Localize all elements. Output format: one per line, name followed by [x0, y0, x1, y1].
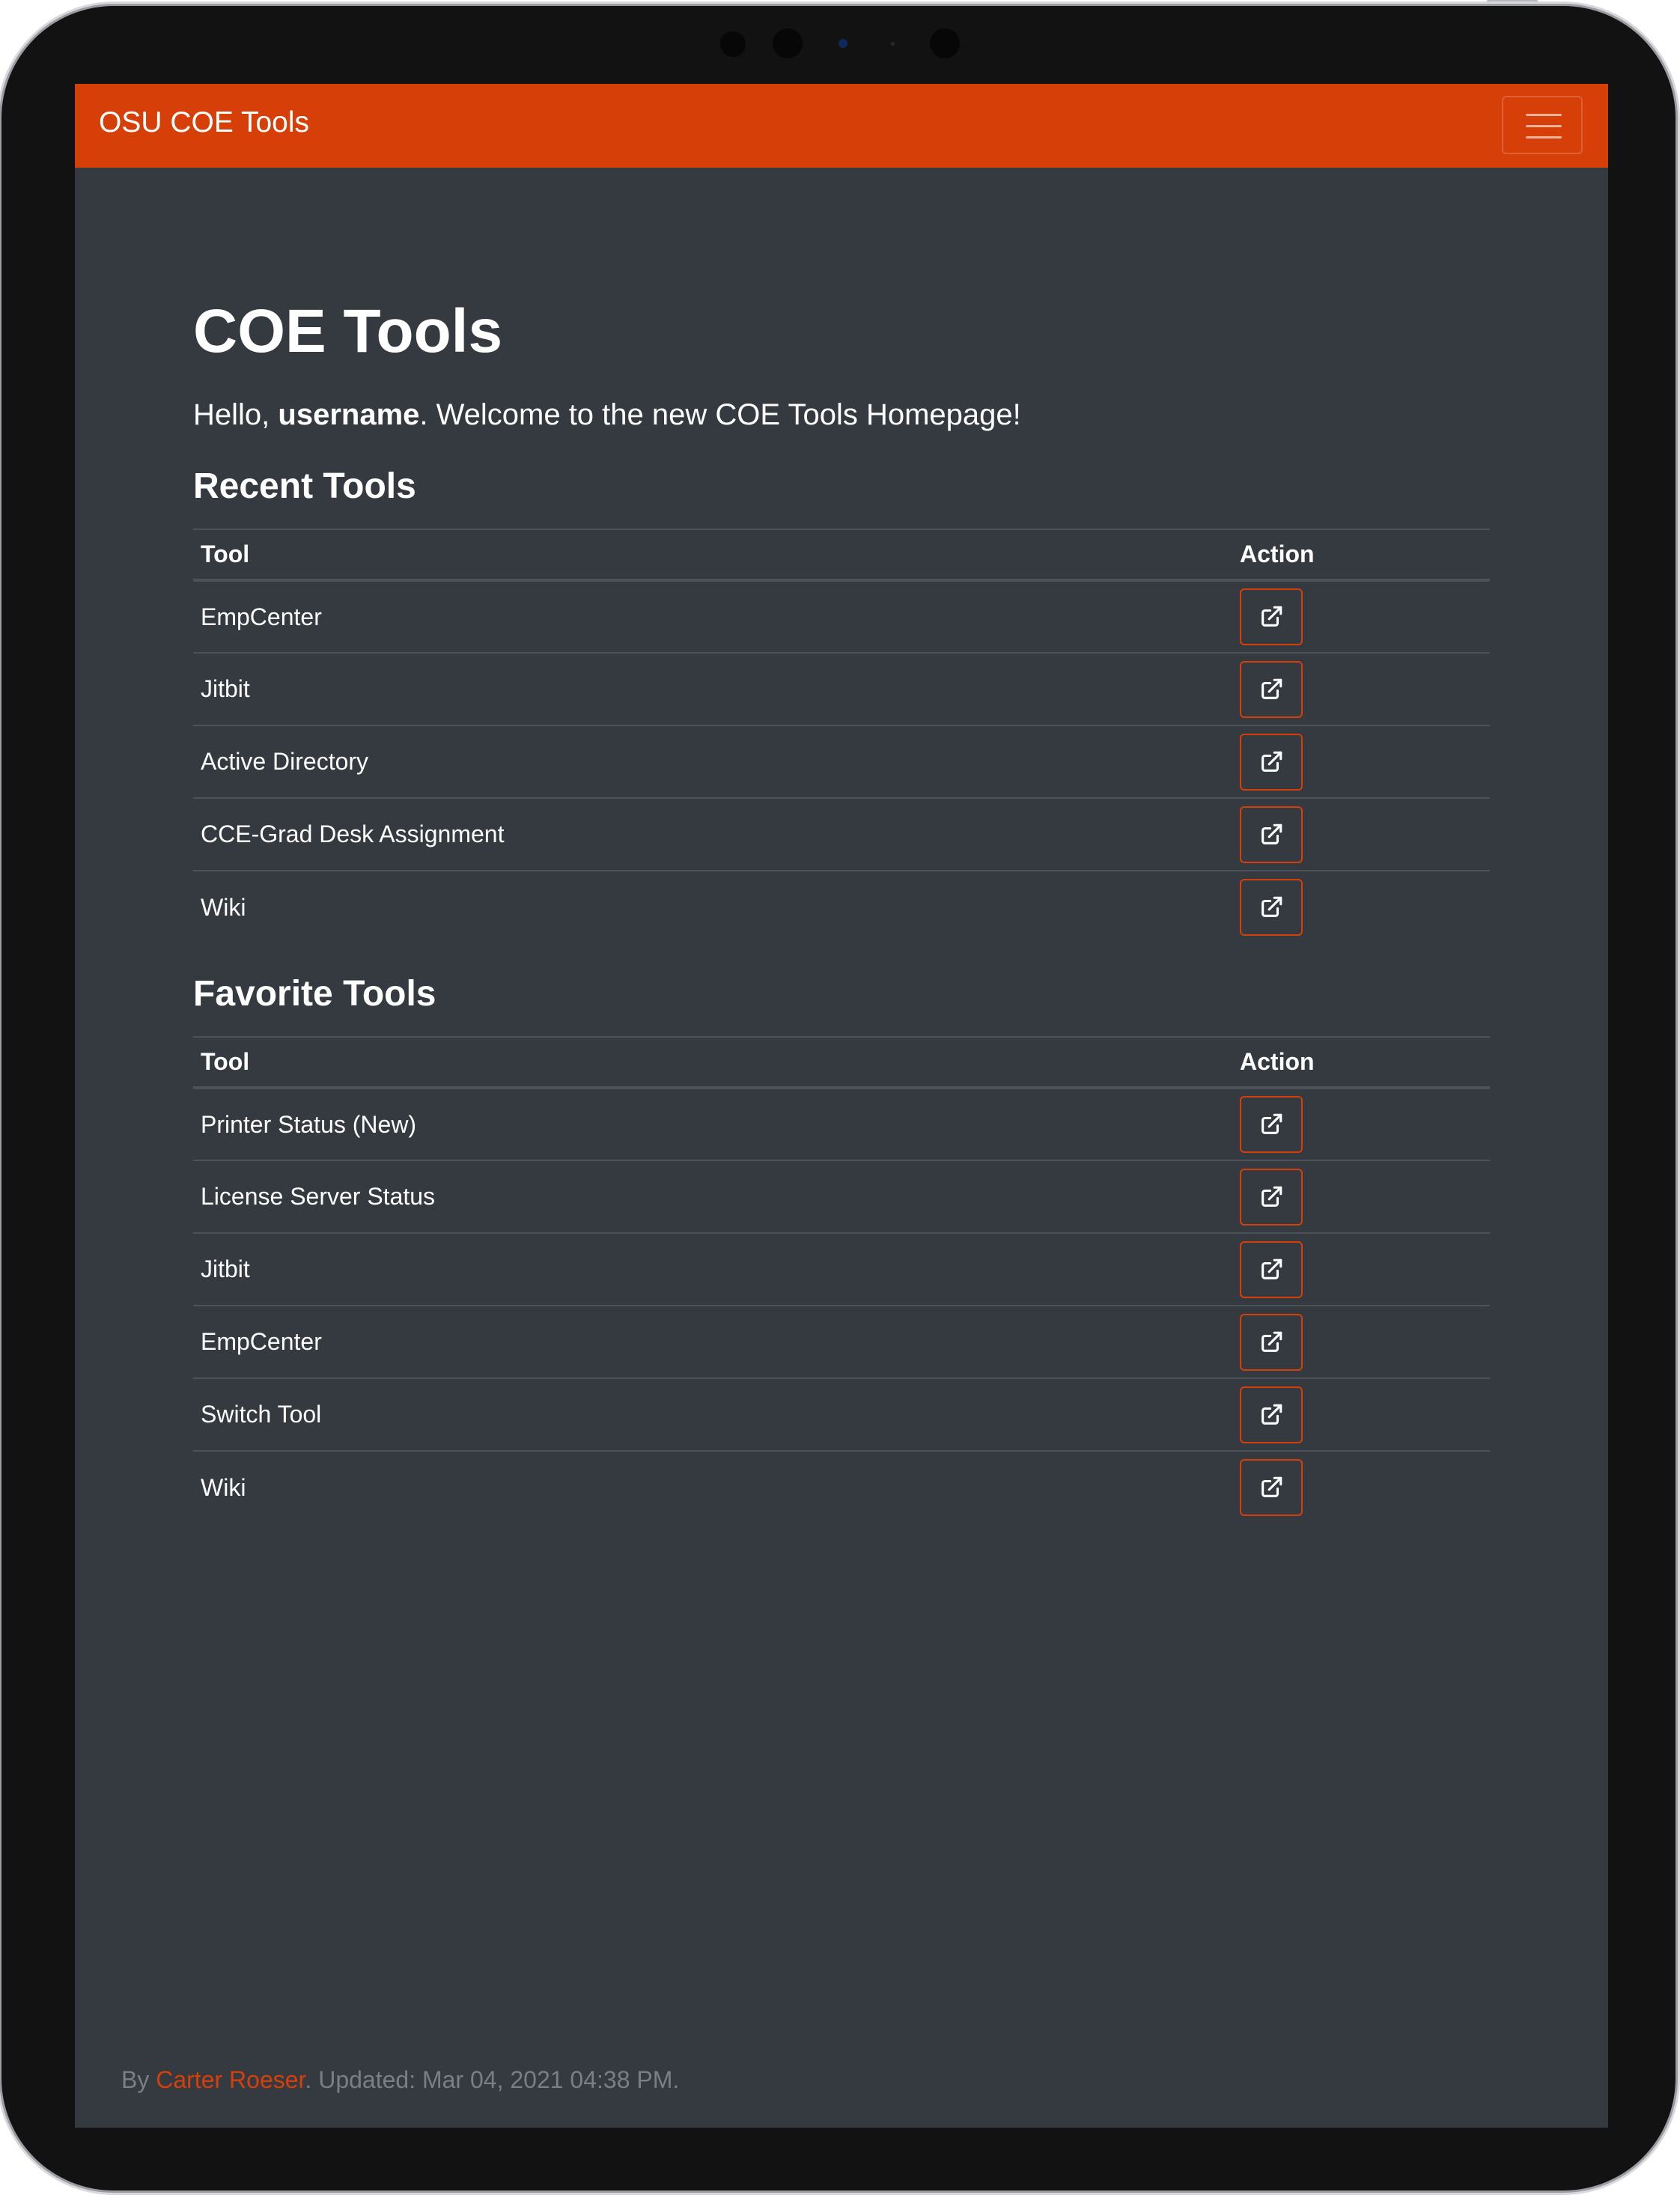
table-row: Printer Status (New)	[193, 1088, 1490, 1160]
external-link-icon	[1261, 823, 1282, 844]
camera-indicator	[839, 39, 847, 48]
favorite-tools-heading: Favorite Tools	[193, 974, 436, 1014]
action-cell	[1232, 725, 1490, 798]
footer: By Carter Roeser. Updated: Mar 04, 2021 …	[121, 2068, 679, 2092]
tool-name: Jitbit	[193, 652, 1232, 725]
external-link-icon	[1261, 896, 1282, 917]
table-row: Jitbit	[193, 652, 1490, 725]
browser-viewport: OSU COE Tools COE Tools Hello, username.…	[75, 84, 1608, 2128]
footer-updated-text: . Updated: Mar 04, 2021 04:38 PM.	[305, 2066, 680, 2093]
action-cell	[1232, 1088, 1490, 1160]
open-tool-button[interactable]	[1240, 879, 1303, 936]
external-link-icon	[1261, 1258, 1282, 1279]
hamburger-menu-icon	[1526, 114, 1562, 116]
author-link[interactable]: Carter Roeser	[156, 2066, 305, 2093]
navbar: OSU COE Tools	[75, 84, 1608, 168]
open-tool-button[interactable]	[1240, 1096, 1303, 1153]
column-header-action: Action	[1232, 529, 1490, 582]
action-cell	[1232, 797, 1490, 871]
page-title: COE Tools	[193, 297, 503, 365]
tool-name: Wiki	[193, 870, 1232, 943]
camera-ambient-sensor	[891, 42, 895, 46]
column-header-tool: Tool	[193, 529, 1232, 582]
external-link-icon	[1261, 751, 1282, 772]
tablet-frame: OSU COE Tools COE Tools Hello, username.…	[1, 6, 1676, 2191]
camera-lens	[773, 28, 803, 58]
open-tool-button[interactable]	[1240, 733, 1303, 791]
action-cell	[1232, 1232, 1490, 1306]
footer-prefix: By	[121, 2066, 156, 2093]
username: username	[278, 398, 420, 431]
camera-flood	[930, 28, 960, 58]
device-top-button	[1486, 0, 1539, 4]
recent-tools-heading: Recent Tools	[193, 466, 416, 506]
external-link-icon	[1261, 1186, 1282, 1207]
tool-name: Wiki	[193, 1450, 1232, 1523]
tool-name: License Server Status	[193, 1160, 1232, 1233]
table-row: Switch Tool	[193, 1377, 1490, 1451]
greeting-text: Hello, username. Welcome to the new COE …	[193, 400, 1021, 430]
column-header-action: Action	[1232, 1036, 1490, 1089]
tool-name: Jitbit	[193, 1232, 1232, 1306]
action-cell	[1232, 1305, 1490, 1378]
greeting-suffix: . Welcome to the new COE Tools Homepage!	[419, 398, 1021, 431]
camera-sensor	[720, 31, 746, 57]
external-link-icon	[1261, 1476, 1282, 1497]
open-tool-button[interactable]	[1240, 1313, 1303, 1371]
tool-name: Active Directory	[193, 725, 1232, 798]
open-tool-button[interactable]	[1240, 1168, 1303, 1226]
open-tool-button[interactable]	[1240, 660, 1303, 718]
table-row: Jitbit	[193, 1232, 1490, 1306]
table-header-row: Tool Action	[193, 529, 1490, 582]
action-cell	[1232, 1377, 1490, 1451]
open-tool-button[interactable]	[1240, 806, 1303, 863]
navbar-brand[interactable]: OSU COE Tools	[99, 106, 309, 139]
tool-name: EmpCenter	[193, 1305, 1232, 1378]
open-tool-button[interactable]	[1240, 1386, 1303, 1443]
tool-name: Printer Status (New)	[201, 1110, 417, 1138]
hamburger-menu-icon-bar	[1526, 125, 1562, 127]
external-link-icon	[1261, 678, 1282, 699]
external-link-icon	[1261, 606, 1282, 627]
external-link-icon	[1261, 1113, 1282, 1134]
action-cell	[1232, 1160, 1490, 1233]
table-row: EmpCenter	[193, 1305, 1490, 1378]
external-link-icon	[1261, 1331, 1282, 1352]
recent-tools-table: Tool Action EmpCenter Jitbit Active Dire…	[193, 529, 1490, 943]
column-header-tool: Tool	[193, 1036, 1232, 1089]
table-header-row: Tool Action	[193, 1036, 1490, 1089]
table-row: EmpCenter	[193, 580, 1490, 653]
table-row: CCE-Grad Desk Assignment	[193, 797, 1490, 871]
open-tool-button[interactable]	[1240, 588, 1303, 645]
greeting-prefix: Hello,	[193, 398, 279, 431]
table-row: Wiki	[193, 870, 1490, 943]
navbar-toggler-button[interactable]	[1502, 96, 1583, 154]
open-tool-button[interactable]	[1240, 1240, 1303, 1298]
hamburger-menu-icon-bar	[1526, 136, 1562, 138]
action-cell	[1232, 652, 1490, 725]
tool-name: Switch Tool	[193, 1377, 1232, 1451]
open-tool-button[interactable]	[1240, 1459, 1303, 1516]
action-cell	[1232, 580, 1490, 653]
tool-name: EmpCenter	[201, 603, 322, 630]
table-row: Active Directory	[193, 725, 1490, 798]
favorite-tools-table: Tool Action Printer Status (New) License…	[193, 1036, 1490, 1523]
external-link-icon	[1261, 1404, 1282, 1425]
tool-name: CCE-Grad Desk Assignment	[193, 797, 1232, 871]
table-row: Wiki	[193, 1450, 1490, 1523]
action-cell	[1232, 1450, 1490, 1523]
action-cell	[1232, 870, 1490, 943]
table-row: License Server Status	[193, 1160, 1490, 1233]
